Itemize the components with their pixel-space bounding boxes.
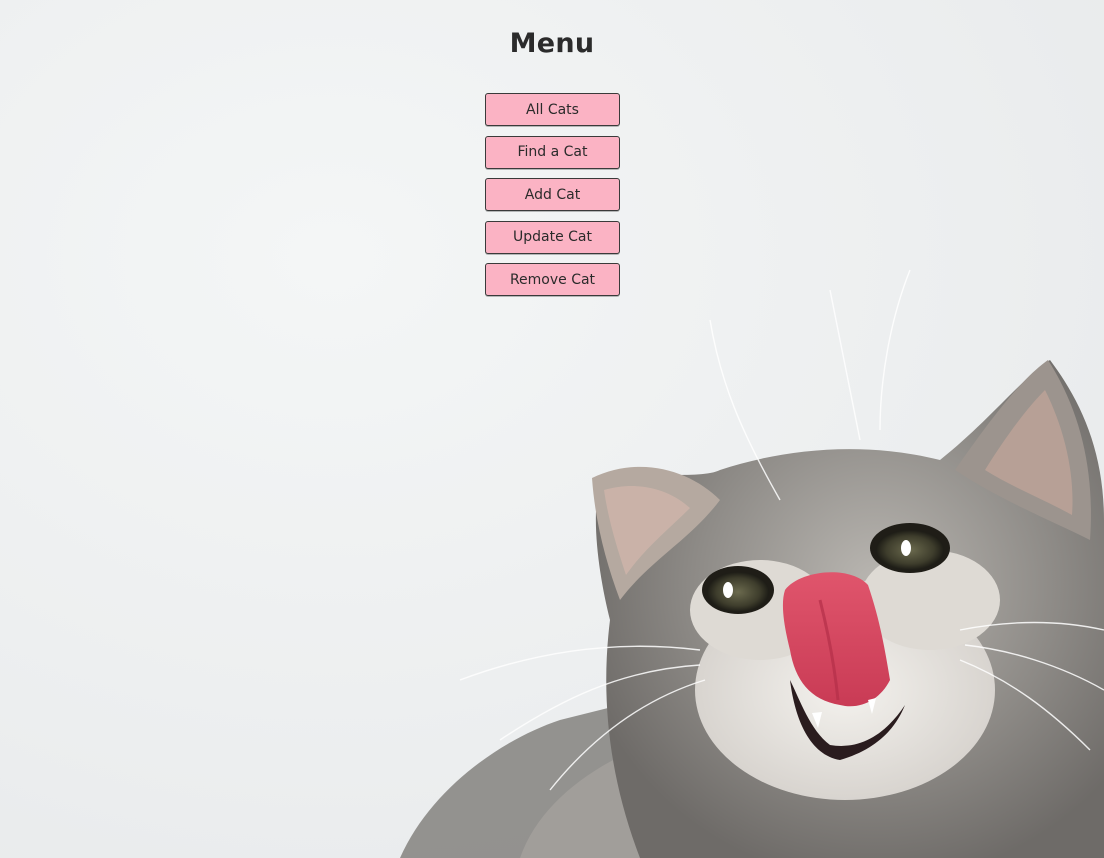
remove-cat-button[interactable]: Remove Cat xyxy=(485,263,620,296)
menu-title: Menu xyxy=(509,28,595,59)
menu-button-list: All Cats Find a Cat Add Cat Update Cat R… xyxy=(485,93,620,306)
update-cat-button[interactable]: Update Cat xyxy=(485,220,620,254)
find-a-cat-button[interactable]: Find a Cat xyxy=(485,135,620,169)
all-cats-button[interactable]: All Cats xyxy=(485,93,620,126)
add-cat-button[interactable]: Add Cat xyxy=(485,178,620,211)
